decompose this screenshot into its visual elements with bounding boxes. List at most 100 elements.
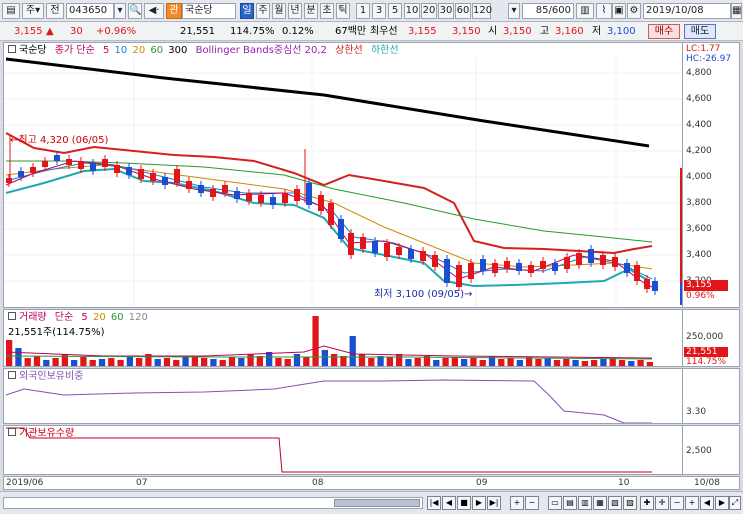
candle-body (360, 237, 366, 249)
volume-bar (71, 360, 78, 366)
layout-2-icon[interactable]: ▤ (563, 496, 577, 510)
sell-button[interactable]: 매도 (684, 24, 716, 39)
foreign-y-axis: 3.30 (683, 368, 740, 424)
stop-icon[interactable]: ■ (457, 496, 471, 510)
period-day-button[interactable]: 일 (240, 3, 254, 19)
candle-body (30, 167, 36, 173)
period-minute-button[interactable]: 분 (304, 3, 318, 19)
stock-name-input[interactable]: 국순당 (182, 3, 236, 19)
count-dropdown-icon[interactable]: ▾ (508, 3, 520, 19)
legend-handle-icon[interactable] (8, 45, 16, 53)
candle-body (528, 265, 534, 273)
move-left-icon[interactable]: ◀ (700, 496, 714, 510)
candle-body (78, 161, 84, 169)
legend-handle-icon[interactable] (8, 312, 16, 320)
market-select[interactable]: 전 (46, 3, 64, 19)
period-year-button[interactable]: 년 (288, 3, 302, 19)
move-right-icon[interactable]: ▶ (715, 496, 729, 510)
volume-bar (33, 356, 41, 366)
menu-icon[interactable]: ▤ (2, 3, 20, 19)
period-plus-icon[interactable]: + (685, 496, 699, 510)
scroll-last-icon[interactable]: ▶| (487, 496, 501, 510)
zoom-in-icon[interactable]: + (510, 496, 524, 510)
crosshair-icon[interactable]: ✛ (655, 496, 669, 510)
volume-bar (461, 359, 468, 366)
interval-60-button[interactable]: 60 (455, 3, 471, 19)
code-dropdown-icon[interactable]: ▾ (114, 3, 126, 19)
period-tick-button[interactable]: 틱 (336, 3, 350, 19)
volume-bar (321, 350, 328, 366)
date-input[interactable]: 2019/10/08 (643, 3, 731, 19)
trend-icon[interactable]: ⌇ (596, 3, 612, 19)
volume-bar (591, 360, 598, 366)
candle-body (396, 247, 402, 255)
expand-icon[interactable]: ⤢ (729, 496, 741, 510)
foreign-ownership-pane[interactable]: 외국인보유비중 (3, 368, 683, 424)
best-ask: 3,155 (408, 26, 437, 37)
layout-5-icon[interactable]: ▧ (608, 496, 622, 510)
price-chart-pane[interactable]: 국순당 종가 단순 5 10 20 60 300 Bollinger Bands… (3, 42, 683, 308)
volume-bar (108, 358, 115, 366)
candle-body (270, 197, 276, 205)
chart-grid-icon[interactable]: ▥ (576, 3, 594, 19)
interval-120-button[interactable]: 120 (472, 3, 492, 19)
interval-20-button[interactable]: 20 (421, 3, 437, 19)
interval-3-button[interactable]: 3 (372, 3, 386, 19)
layout-3-icon[interactable]: ▥ (578, 496, 592, 510)
volume-bar (637, 360, 644, 366)
foreign-legend: 외국인보유비중 (8, 371, 88, 383)
scrollbar-thumb[interactable] (334, 499, 420, 507)
candle-body (456, 265, 462, 287)
volume-ratio: 114.75% (230, 26, 275, 37)
candle-body (652, 281, 658, 291)
settings-icon[interactable]: ⚙ (627, 3, 641, 19)
layout-6-icon[interactable]: ▨ (623, 496, 637, 510)
period-month-button[interactable]: 월 (272, 3, 286, 19)
volume-bar (516, 360, 523, 366)
code-input[interactable]: 043650 (66, 3, 114, 19)
scroll-next-icon[interactable]: ▶ (472, 496, 486, 510)
volume: 21,551 (180, 26, 215, 37)
candle-body (624, 263, 630, 273)
candle-body (644, 279, 650, 289)
layout-4-icon[interactable]: ▦ (593, 496, 607, 510)
interval-5-button[interactable]: 5 (388, 3, 402, 19)
legend-handle-icon[interactable] (8, 371, 16, 379)
institution-holding-pane[interactable]: 기관보유수량 (3, 425, 683, 475)
chart-scrollbar[interactable] (3, 497, 423, 509)
period-week-button[interactable]: 주 (256, 3, 270, 19)
interval-30-button[interactable]: 30 (438, 3, 454, 19)
volume-bar (80, 357, 87, 366)
period-second-button[interactable]: 초 (320, 3, 334, 19)
calendar-icon[interactable]: ▦ (731, 3, 742, 19)
volume-bar (6, 340, 13, 366)
foreign-ownership-chart (5, 379, 652, 423)
volume-bar (219, 360, 226, 366)
zoom-out-icon[interactable]: − (525, 496, 539, 510)
hc-label: HC:-26.97 (686, 54, 732, 64)
candle-body (306, 183, 312, 205)
interval-1-button[interactable]: 1 (356, 3, 370, 19)
count-input[interactable]: 85/600 (522, 3, 574, 19)
save-icon[interactable]: ▣ (612, 3, 626, 19)
price-chart (4, 57, 682, 307)
legend-handle-icon[interactable] (8, 428, 16, 436)
x-label-10: 10 (618, 478, 630, 488)
scroll-first-icon[interactable]: |◀ (427, 496, 441, 510)
volume-bar (563, 359, 570, 366)
volume-pane[interactable]: 거래량 단순 5 20 60 120 21,551주(114.75%) (3, 309, 683, 367)
volume-bar (98, 359, 106, 366)
inst-y-tick: 2,500 (686, 446, 712, 456)
interval-10-button[interactable]: 10 (404, 3, 420, 19)
indicator-add-icon[interactable]: ✚ (640, 496, 654, 510)
period-minus-icon[interactable]: − (670, 496, 684, 510)
speaker-icon[interactable]: ◀· (144, 3, 164, 19)
period-unit-select[interactable]: 주▾ (22, 3, 44, 19)
layout-1-icon[interactable]: ▭ (548, 496, 562, 510)
candle-body (540, 261, 546, 269)
interest-chip[interactable]: 관 (166, 3, 182, 19)
search-icon[interactable]: 🔍 (128, 3, 142, 19)
buy-button[interactable]: 매수 (648, 24, 680, 39)
scroll-prev-icon[interactable]: ◀ (442, 496, 456, 510)
volume-bar (284, 359, 291, 366)
